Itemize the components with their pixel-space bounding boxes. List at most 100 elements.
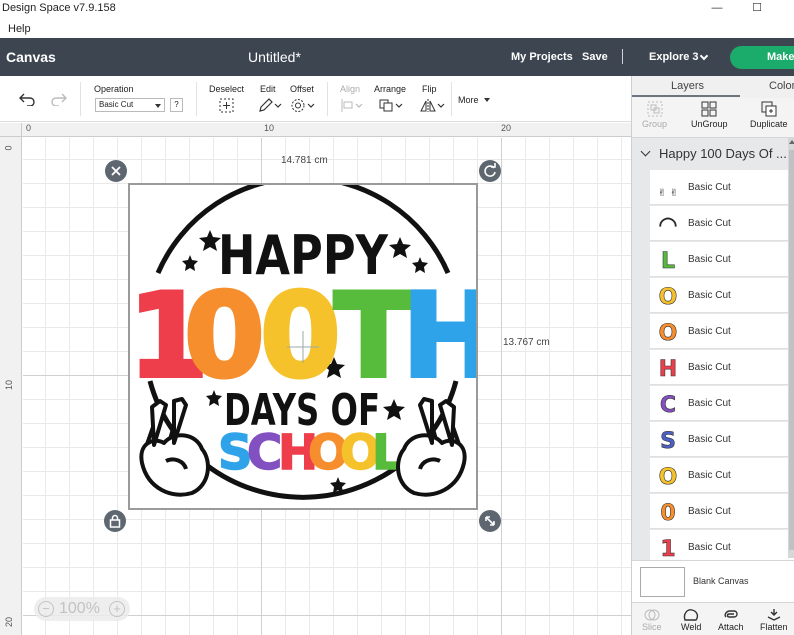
scroll-up-icon[interactable] [789,140,794,144]
document-title[interactable]: Untitled* [248,49,301,65]
rotate-handle[interactable] [479,160,501,182]
menu-help[interactable]: Help [8,23,31,35]
close-icon [111,166,121,176]
make-button-label: Make [767,51,794,63]
layer-thumbnail-glyph: O [659,285,678,310]
window-title-bar: Design Space v7.9.158 — ☐ [0,0,794,20]
undo-icon[interactable] [18,92,36,106]
make-button[interactable]: Make [730,46,794,69]
maximize-button[interactable]: ☐ [742,0,772,18]
layer-operation-label: Basic Cut [688,542,731,553]
scroll-thumb[interactable] [789,150,794,550]
design-space-app: Design Space v7.9.158 — ☐ Help Canvas Un… [0,0,794,635]
ruler-top-label: 10 [264,123,275,133]
my-projects-link[interactable]: My Projects [511,51,573,63]
layer-row[interactable]: 0 Basic Cut [650,494,794,529]
layer-group-header[interactable]: Happy 100 Days Of ... [632,138,794,170]
layer-thumbnail-glyph: L [661,249,675,274]
ruler-left-label: 20 [4,616,15,628]
minimize-button[interactable]: — [702,0,732,18]
layer-row[interactable]: C Basic Cut [650,386,794,421]
layer-operation-label: Basic Cut [688,398,731,409]
toolbar-separator [80,82,81,116]
layer-row[interactable]: ◠ Basic Cut [650,206,794,241]
more-label: More [458,95,479,105]
layer-row[interactable]: ✌ ✌ Basic Cut [650,170,794,205]
ruler-left-label: 10 [4,379,15,391]
blank-canvas-row[interactable]: Blank Canvas [632,560,794,602]
layer-thumbnail: ✌ ✌ [658,188,678,199]
operation-help-button[interactable]: ? [170,98,183,112]
ruler-left-label: 0 [3,145,14,151]
slice-label: Slice [642,622,662,632]
flatten-icon [767,609,781,621]
machine-selector[interactable]: Explore 3 [649,51,699,63]
layer-operation-label: Basic Cut [688,470,731,481]
slice-button[interactable]: Slice [642,608,662,632]
school-text: S C H O O L [217,424,403,482]
zoom-out-button[interactable]: − [38,601,54,617]
operation-select[interactable]: Basic Cut [95,98,165,112]
ruler-corner [0,123,22,137]
chevron-down-icon[interactable] [640,146,651,157]
chevron-down-icon[interactable] [699,51,709,61]
layer-row[interactable]: O Basic Cut [650,278,794,313]
layer-thumbnail-glyph: C [660,393,676,418]
deselect-label: Deselect [209,84,245,94]
layer-operation-label: Basic Cut [688,506,731,517]
design-canvas[interactable]: 0 10 20 0 10 20 14.781 cm 13.767 cm HAPP… [0,123,631,635]
edit-label: Edit [260,84,276,94]
ungroup-button[interactable]: UnGroup [691,101,728,129]
attach-label: Attach [718,622,744,632]
align-icon [341,99,363,112]
zoom-in-button[interactable]: + [109,601,125,617]
flatten-button[interactable]: Flatten [760,608,788,632]
attach-icon [724,610,738,618]
layer-thumbnail: C [660,393,677,418]
weld-button[interactable]: Weld [681,608,701,632]
school-char: C [247,425,282,481]
pencil-icon [259,98,282,112]
layer-operation-label: Basic Cut [688,434,731,445]
app-header: Canvas Untitled* My Projects Save Explor… [0,38,794,76]
menu-bar: Help [0,20,794,38]
window-title: Design Space v7.9.158 [2,2,116,14]
tab-layers[interactable]: Layers [671,80,704,92]
layer-operation-label: Basic Cut [688,182,731,193]
lock-handle[interactable] [104,510,126,532]
layer-row[interactable]: S Basic Cut [650,422,794,457]
hundredth-char: H [402,269,476,404]
group-button[interactable]: Group [642,101,667,129]
layer-row[interactable]: L Basic Cut [650,242,794,277]
layer-operation-label: Basic Cut [688,254,731,265]
offset-icon [291,99,315,112]
save-button[interactable]: Save [582,51,608,63]
layer-thumbnail-glyph: ◠ [660,213,677,238]
resize-handle[interactable] [479,510,501,532]
lock-icon [109,514,121,528]
layer-operation-label: Basic Cut [688,362,731,373]
layer-row[interactable]: O Basic Cut [650,458,794,493]
peace-hand-left-icon [139,397,210,497]
toolbar-separator [196,82,197,116]
layer-thumbnail: O [658,285,678,310]
selected-design[interactable]: HAPPY 1 0 0 T H DAYS OF S C H O O L [128,183,478,510]
arrange-icon [379,99,403,112]
blank-canvas-swatch[interactable] [640,567,685,597]
layer-operation-label: Basic Cut [688,290,731,301]
ruler-left: 0 10 20 [0,137,22,635]
canvas-label: Canvas [6,49,56,65]
resize-icon [485,516,495,526]
delete-handle[interactable] [105,160,127,182]
layer-row[interactable]: H Basic Cut [650,350,794,385]
group-label: Group [642,119,668,129]
redo-icon[interactable] [50,92,68,106]
attach-button[interactable]: Attach [718,608,744,632]
weld-label: Weld [681,622,702,632]
tab-color[interactable]: Color [769,80,794,92]
layer-row[interactable]: O Basic Cut [650,314,794,349]
duplicate-button[interactable]: Duplicate [750,101,788,129]
layer-thumbnail: O [658,321,677,346]
operation-label: Operation [94,84,134,94]
ruler-top-label: 0 [26,123,32,133]
